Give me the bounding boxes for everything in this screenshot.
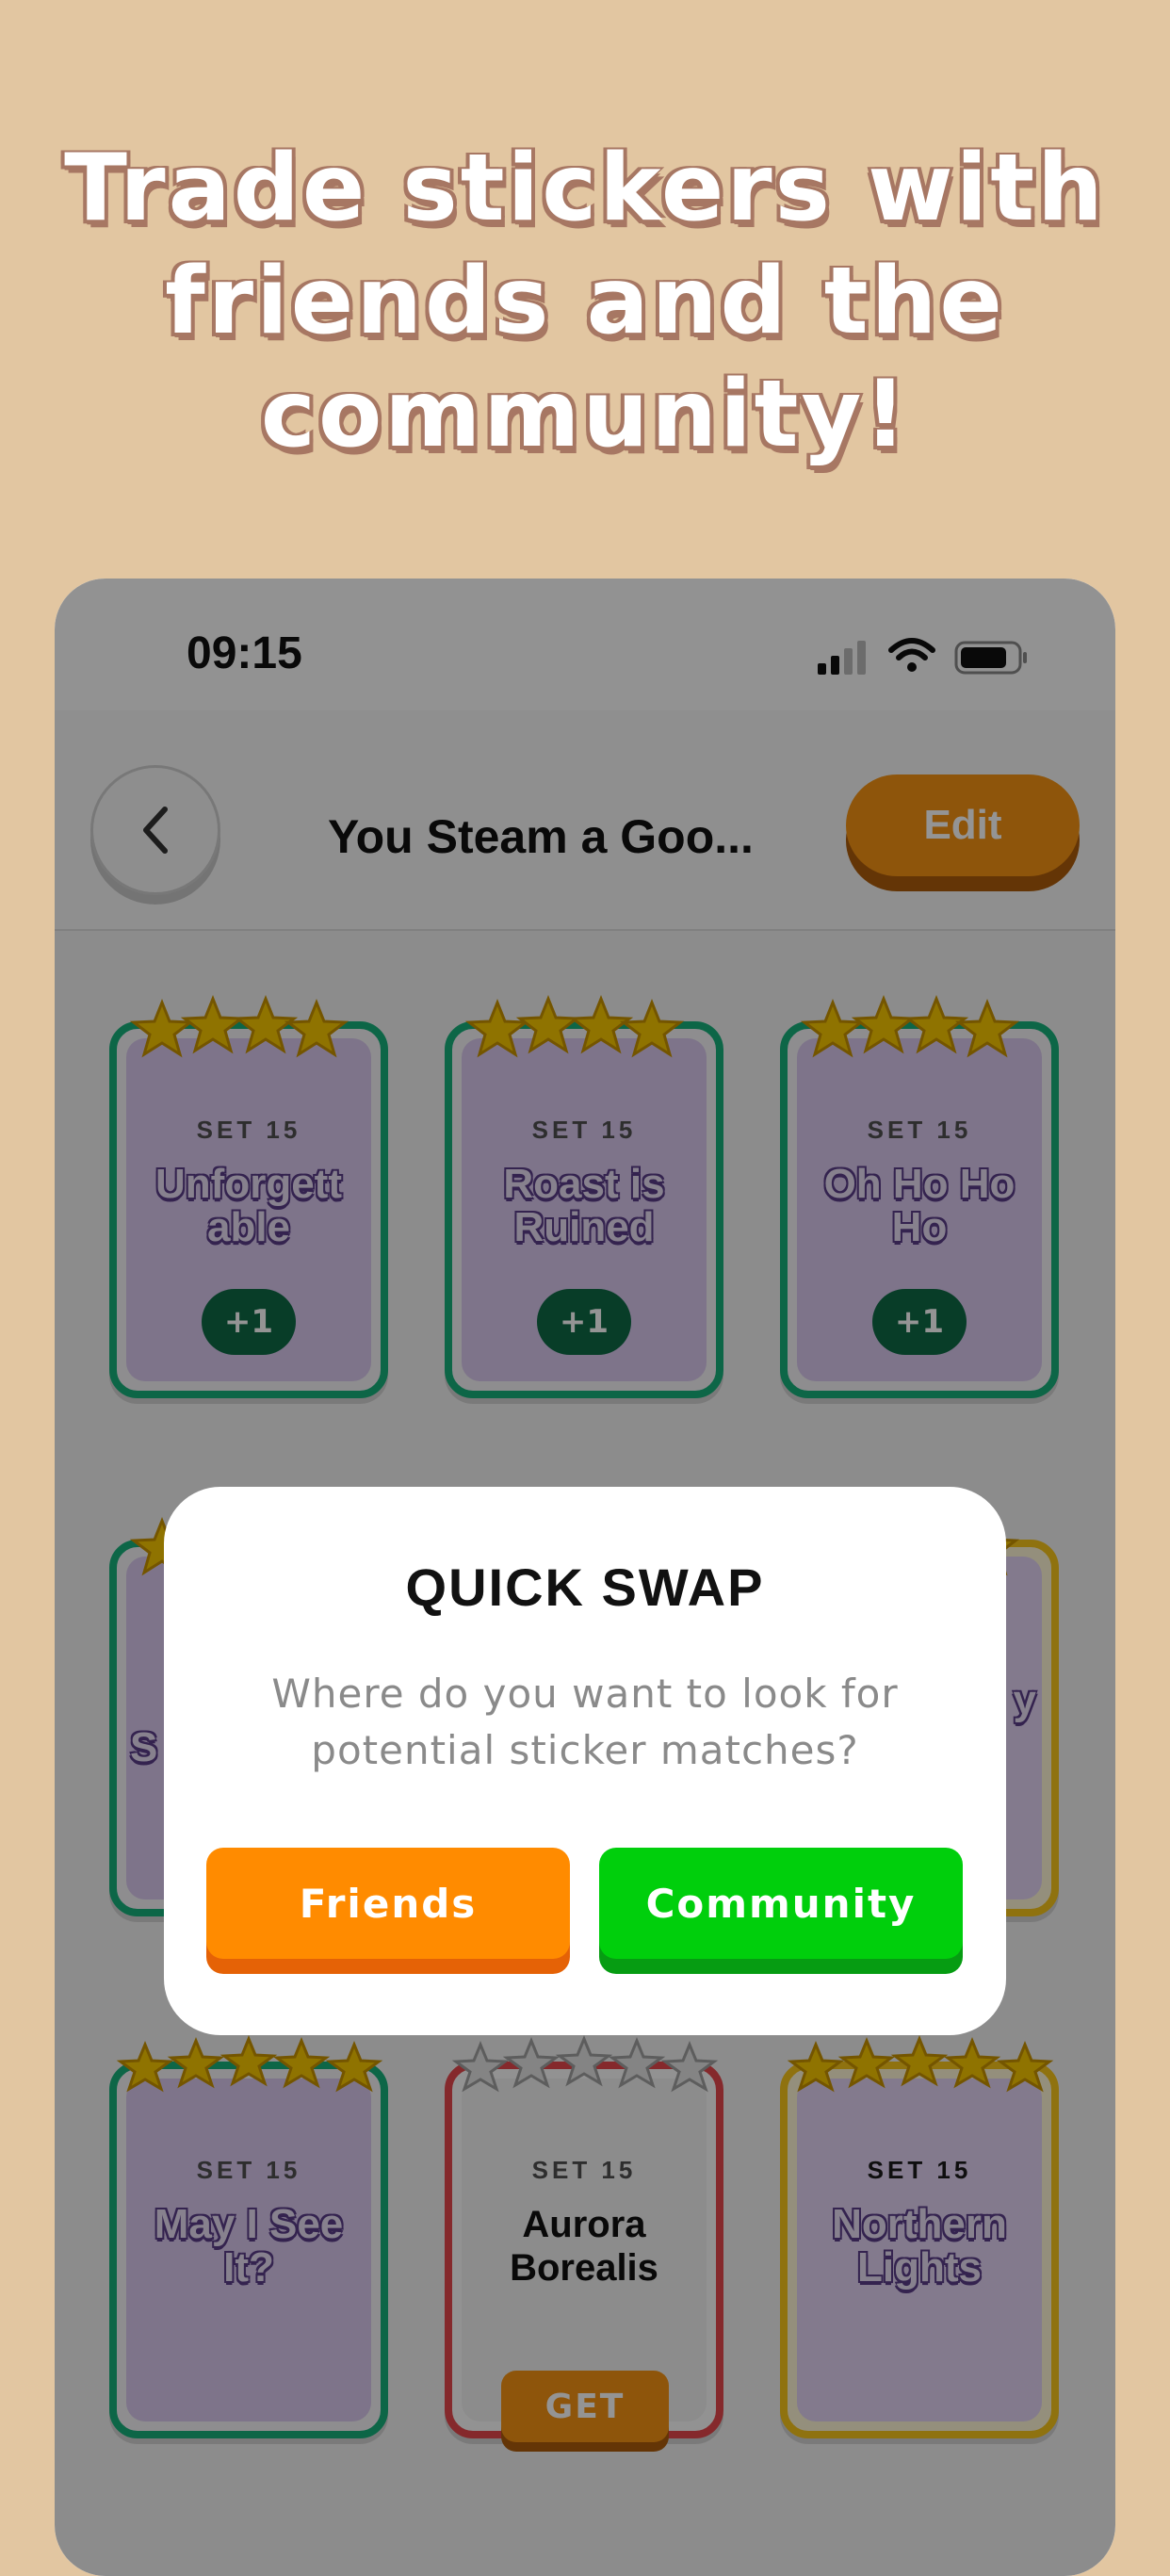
quick-swap-dialog: QUICK SWAP Where do you want to look for… — [164, 1487, 1006, 2035]
community-button[interactable]: Community — [599, 1848, 963, 1959]
headline-line-3: community! — [260, 361, 910, 468]
headline-line-2: friends and the — [165, 248, 1005, 355]
dialog-title: QUICK SWAP — [405, 1557, 765, 1617]
promo-headline: Trade stickers with friends and the comm… — [0, 132, 1170, 471]
dialog-message: Where do you want to look for potential … — [271, 1671, 899, 1773]
friends-button[interactable]: Friends — [206, 1848, 570, 1959]
headline-line-1: Trade stickers with — [64, 135, 1106, 242]
